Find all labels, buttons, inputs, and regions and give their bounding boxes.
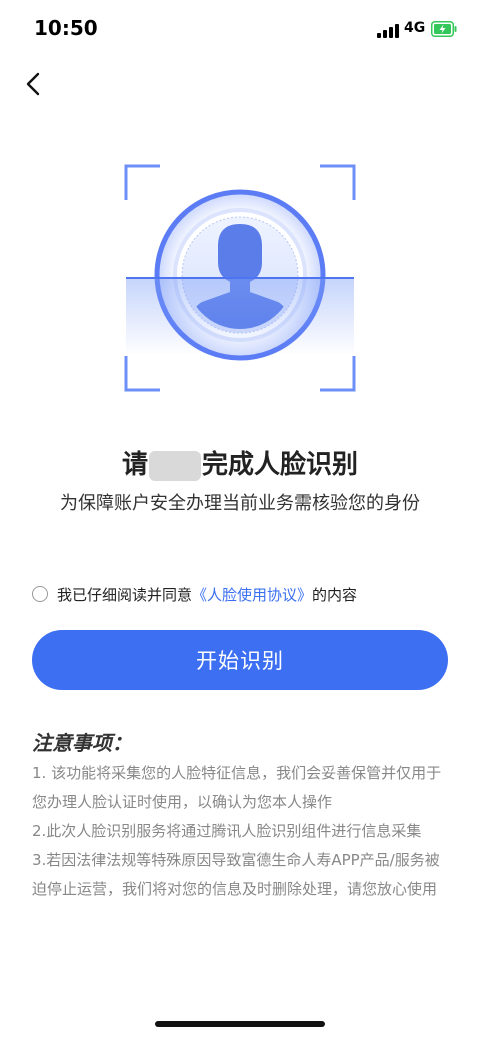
- face-scan-icon: [124, 164, 356, 392]
- start-recognition-button[interactable]: 开始识别: [32, 630, 448, 690]
- signal-bars-icon: [377, 24, 399, 38]
- agreement-text-after: 的内容: [312, 585, 358, 604]
- notice-item: 1. 该功能将采集您的人脸特征信息，我们会妥善保管并仅用于您办理人脸认证时使用，…: [32, 764, 442, 811]
- name-mask: [149, 450, 201, 481]
- chevron-left-icon: [26, 72, 40, 96]
- status-bar: 10:50 4G: [0, 0, 480, 60]
- home-indicator: [155, 1021, 325, 1027]
- back-button[interactable]: [18, 66, 52, 102]
- agreement-checkbox[interactable]: [32, 586, 48, 602]
- agreement-text-before: 我已仔细阅读并同意: [57, 585, 193, 604]
- agreement-row: 我已仔细阅读并同意 《人脸使用协议》 的内容: [32, 583, 357, 605]
- status-time: 10:50: [34, 16, 98, 40]
- notice-title: 注意事项：: [32, 731, 132, 755]
- agreement-link[interactable]: 《人脸使用协议》: [192, 584, 312, 605]
- page-title: 请 完成人脸识别: [0, 444, 480, 481]
- notice-item: 2.此次人脸识别服务将通过腾讯人脸识别组件进行信息采集: [32, 822, 422, 840]
- title-suffix: 完成人脸识别: [202, 450, 359, 480]
- notice-list: 1. 该功能将采集您的人脸特征信息，我们会妥善保管并仅用于您办理人脸认证时使用，…: [32, 759, 452, 904]
- page-subtitle: 为保障账户安全办理当前业务需核验您的身份: [60, 493, 420, 514]
- notice-item: 3.若因法律法规等特殊原因导致富德生命人寿APP产品/服务被迫停止运营，我们将对…: [32, 851, 440, 898]
- battery-charging-icon: [431, 21, 457, 37]
- network-type: 4G: [404, 20, 426, 36]
- title-prefix: 请: [121, 450, 148, 480]
